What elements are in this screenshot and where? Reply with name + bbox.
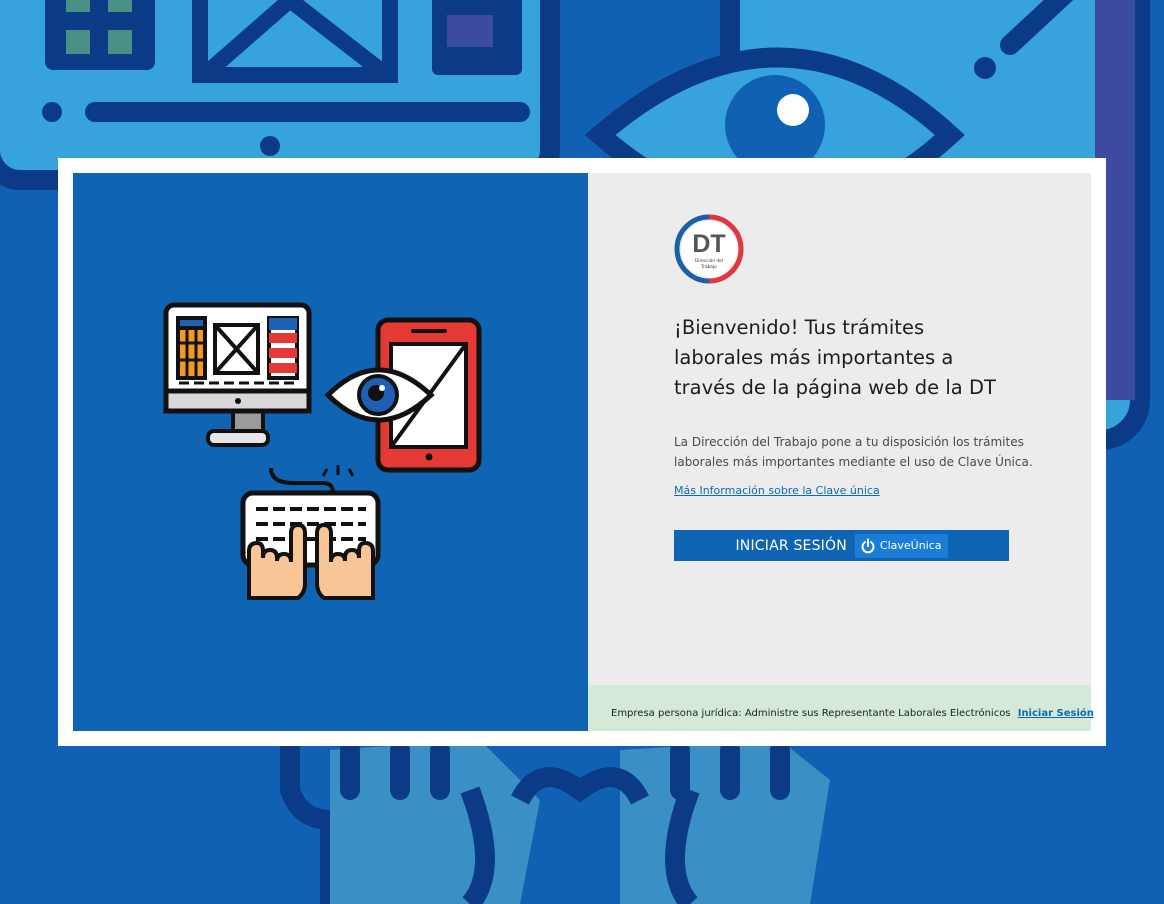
claveunica-label: ClaveÚnica — [879, 539, 942, 552]
footer-text: Empresa persona jurídica: Administre sus… — [611, 708, 1094, 719]
description-line1: La Dirección del Trabajo pone a tu dispo… — [674, 435, 1024, 449]
login-button-label: INICIAR SESIÓN — [735, 537, 847, 554]
footer-bar: Empresa persona jurídica: Administre sus… — [588, 685, 1094, 731]
dt-logo: DT Dirección del Trabajo — [674, 214, 744, 284]
illustration-panel — [73, 173, 588, 731]
footer-message: Empresa persona jurídica: Administre sus… — [611, 708, 1011, 719]
description: La Dirección del Trabajo pone a tu dispo… — [674, 432, 1034, 472]
logo-initials: DT — [692, 230, 725, 258]
description-line2: laborales más importantes mediante el us… — [674, 455, 1033, 469]
welcome-line1: ¡Bienvenido! Tus trámites — [674, 316, 925, 339]
login-panel: DT Dirección del Trabajo ¡Bienvenido! Tu… — [588, 173, 1094, 731]
more-info-link[interactable]: Más Información sobre la Clave única — [674, 484, 880, 497]
monitor-icon — [163, 302, 312, 447]
welcome-line2: laborales más importantes a — [674, 346, 954, 369]
login-button[interactable]: INICIAR SESIÓN ClaveÚnica — [674, 530, 1009, 561]
login-card: DT Dirección del Trabajo ¡Bienvenido! Tu… — [58, 158, 1106, 746]
claveunica-badge: ClaveÚnica — [854, 533, 948, 558]
power-icon — [861, 538, 875, 553]
welcome-line3: través de la página web de la DT — [674, 376, 996, 399]
logo-line1: Dirección del — [695, 257, 723, 264]
welcome-heading: ¡Bienvenido! Tus trámites laborales más … — [674, 313, 1004, 403]
footer-login-link[interactable]: Iniciar Sesión — [1018, 708, 1094, 719]
illustration — [163, 302, 482, 600]
logo-line2: Trabajo — [700, 264, 717, 270]
